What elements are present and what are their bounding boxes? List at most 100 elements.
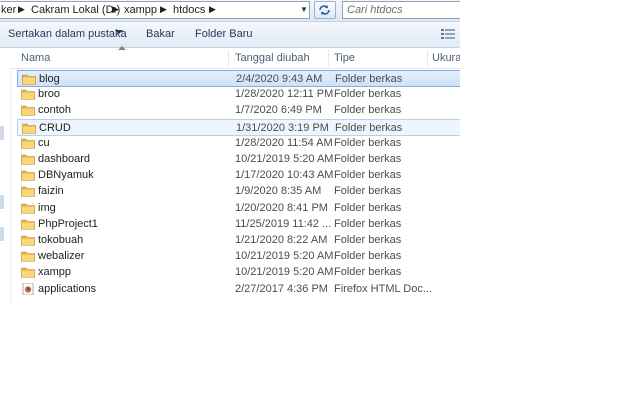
folder-icon xyxy=(21,235,35,246)
address-bar-row: ker ▶ Cakram Lokal (D:) ▶ xampp ▶ htdocs… xyxy=(0,0,460,22)
file-type: Folder berkas xyxy=(334,234,402,246)
column-header-row: Nama Tanggal diubah Tipe Ukuran xyxy=(0,48,460,69)
file-type: Folder berkas xyxy=(334,250,402,263)
nav-scroll-mark xyxy=(0,227,4,241)
file-name: xampp xyxy=(38,266,72,279)
folder-icon xyxy=(21,154,35,165)
file-type: Folder berkas xyxy=(335,121,403,134)
file-type: Folder berkas xyxy=(334,266,402,279)
file-type: Folder berkas xyxy=(335,73,403,85)
file-row[interactable]: xampp 10/21/2019 5:20 AM Folder berkas xyxy=(17,264,460,281)
file-name: applications xyxy=(38,282,97,295)
include-in-library-button[interactable]: Sertakan dalam pustaka xyxy=(8,28,127,40)
view-options-icon[interactable] xyxy=(441,28,455,40)
chevron-down-icon[interactable] xyxy=(115,30,123,34)
breadcrumb-xampp[interactable]: xampp xyxy=(124,4,157,16)
breadcrumb-parent[interactable]: ker xyxy=(1,4,16,16)
search-input[interactable] xyxy=(347,3,457,17)
file-date-modified: 2/4/2020 9:43 AM xyxy=(236,73,323,85)
file-name: tokobuah xyxy=(38,234,84,246)
file-row[interactable]: tokobuah 1/21/2020 8:22 AM Folder berkas xyxy=(17,232,460,249)
folder-icon xyxy=(21,170,35,181)
folder-icon xyxy=(22,123,36,134)
file-date-modified: 1/28/2020 11:54 AM xyxy=(235,136,333,149)
breadcrumb-separator-icon[interactable]: ▶ xyxy=(209,4,216,15)
file-name: contoh xyxy=(38,104,72,117)
navigation-pane-edge[interactable] xyxy=(0,68,11,303)
column-header-size[interactable]: Ukuran xyxy=(432,48,460,68)
file-row[interactable]: applications 2/27/2017 4:36 PM Firefox HTM… xyxy=(17,281,460,298)
folder-icon xyxy=(21,268,35,279)
command-bar: Sertakan dalam pustaka Bakar Folder Baru xyxy=(0,22,460,48)
file-date-modified: 1/28/2020 12:11 PM xyxy=(235,88,334,101)
folder-icon xyxy=(21,138,35,149)
new-folder-button[interactable]: Folder Baru xyxy=(195,28,252,40)
file-row[interactable]: DBNyamuk 1/17/2020 10:43 AM Folder berkas xyxy=(17,167,460,184)
breadcrumb-separator-icon[interactable]: ▶ xyxy=(112,4,119,15)
folder-icon xyxy=(21,106,35,117)
file-type: Firefox HTML Doc... xyxy=(334,282,432,295)
column-header-date[interactable]: Tanggal diubah xyxy=(235,48,310,68)
column-header-name[interactable]: Nama xyxy=(21,48,50,68)
breadcrumb-separator-icon[interactable]: ▶ xyxy=(160,4,167,15)
column-divider[interactable] xyxy=(228,50,229,66)
address-dropdown-icon[interactable]: ▼ xyxy=(299,3,309,17)
file-row[interactable]: blog 2/4/2020 9:43 AM Folder berkas xyxy=(17,70,460,87)
sort-ascending-icon xyxy=(118,46,126,50)
file-date-modified: 10/21/2019 5:20 AM xyxy=(235,250,334,263)
file-type: Folder berkas xyxy=(334,104,402,117)
folder-icon xyxy=(21,89,35,100)
file-date-modified: 10/21/2019 5:20 AM xyxy=(235,153,334,165)
file-row[interactable]: cu 1/28/2020 11:54 AM Folder berkas xyxy=(17,135,460,152)
file-name: blog xyxy=(39,73,60,85)
column-header-type[interactable]: Tipe xyxy=(334,48,355,68)
file-row[interactable]: faizin 1/9/2020 8:35 AM Folder berkas xyxy=(17,183,460,200)
file-type: Folder berkas xyxy=(334,217,402,230)
file-date-modified: 1/9/2020 8:35 AM xyxy=(235,185,322,198)
nav-scroll-mark xyxy=(0,126,4,140)
file-date-modified: 1/21/2020 8:22 AM xyxy=(235,234,328,246)
file-row[interactable]: dashboard 10/21/2019 5:20 AM Folder berkas xyxy=(17,151,460,168)
file-name: img xyxy=(38,201,56,214)
file-type: Folder berkas xyxy=(334,185,402,198)
file-row[interactable]: webalizer 10/21/2019 5:20 AM Folder berkas xyxy=(17,248,460,265)
refresh-button[interactable] xyxy=(314,1,336,19)
file-name: webalizer xyxy=(38,250,85,263)
file-date-modified: 1/17/2020 10:43 AM xyxy=(235,169,334,182)
refresh-icon xyxy=(319,5,330,15)
file-name: faizin xyxy=(38,185,64,198)
file-row[interactable]: img 1/20/2020 8:41 PM Folder berkas xyxy=(17,200,460,217)
file-row[interactable]: contoh 1/7/2020 6:49 PM Folder berkas xyxy=(17,102,460,119)
breadcrumb-drive[interactable]: Cakram Lokal (D:) xyxy=(31,4,120,16)
folder-icon xyxy=(21,251,35,262)
file-type: Folder berkas xyxy=(334,201,402,214)
folder-icon xyxy=(21,203,35,214)
search-box[interactable] xyxy=(342,1,460,19)
file-row[interactable]: PhpProject1 11/25/2019 11:42 ... Folder be… xyxy=(17,216,460,233)
file-name: PhpProject1 xyxy=(38,217,98,230)
folder-icon xyxy=(21,187,35,198)
file-date-modified: 1/31/2020 3:19 PM xyxy=(236,121,329,134)
breadcrumb-htdocs[interactable]: htdocs xyxy=(173,4,205,16)
firefox-html-file-icon xyxy=(22,282,34,295)
folder-icon xyxy=(21,219,35,230)
column-divider[interactable] xyxy=(328,50,329,66)
file-row[interactable]: broo 1/28/2020 12:11 PM Folder berkas xyxy=(17,86,460,103)
file-name: broo xyxy=(38,88,61,101)
file-date-modified: 1/20/2020 8:41 PM xyxy=(235,201,328,214)
file-row[interactable]: CRUD 1/31/2020 3:19 PM Folder berkas xyxy=(17,118,460,136)
file-name: cu xyxy=(38,136,50,149)
explorer-window: ker ▶ Cakram Lokal (D:) ▶ xampp ▶ htdocs… xyxy=(0,0,460,303)
breadcrumb-separator-icon[interactable]: ▶ xyxy=(18,4,25,15)
file-name: CRUD xyxy=(39,121,71,134)
file-type: Folder berkas xyxy=(334,169,402,182)
burn-button[interactable]: Bakar xyxy=(146,28,175,40)
file-date-modified: 2/27/2017 4:36 PM xyxy=(235,282,328,295)
file-type: Folder berkas xyxy=(334,88,402,101)
file-date-modified: 10/21/2019 5:20 AM xyxy=(235,266,334,279)
file-type: Folder berkas xyxy=(334,136,402,149)
file-type: Folder berkas xyxy=(334,153,402,165)
file-date-modified: 1/7/2020 6:49 PM xyxy=(235,104,322,117)
column-divider[interactable] xyxy=(427,50,428,66)
address-bar[interactable]: ker ▶ Cakram Lokal (D:) ▶ xampp ▶ htdocs… xyxy=(0,1,310,19)
